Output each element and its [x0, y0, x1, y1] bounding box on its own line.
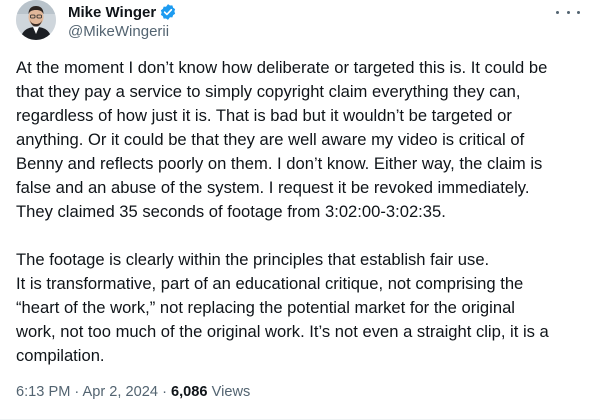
- more-options-icon[interactable]: [556, 4, 580, 20]
- display-name[interactable]: Mike Winger: [68, 4, 156, 21]
- meta-separator: ·: [162, 384, 167, 400]
- tweet-time[interactable]: 6:13 PM: [16, 384, 70, 400]
- tweet-line: The footage is clearly within the princi…: [16, 250, 490, 269]
- tweet: Mike Winger @MikeWingerii At the moment …: [0, 0, 600, 420]
- avatar-image: [16, 0, 56, 40]
- handle[interactable]: @MikeWingerii: [68, 23, 177, 40]
- tweet-line: At the moment I don’t know how deliberat…: [16, 58, 548, 77]
- tweet-line: Benny and reflects poorly on them. I don…: [16, 154, 543, 173]
- avatar[interactable]: [16, 0, 56, 40]
- tweet-line: “heart of the work,” not replacing the p…: [16, 298, 515, 317]
- tweet-paragraph-2: The footage is clearly within the princi…: [16, 248, 588, 368]
- views-count[interactable]: 6,086: [171, 384, 208, 400]
- tweet-header: Mike Winger @MikeWingerii: [16, 0, 600, 48]
- views-label: Views: [211, 384, 251, 400]
- verified-badge-icon[interactable]: [159, 3, 177, 21]
- tweet-text: At the moment I don’t know how deliberat…: [16, 56, 588, 368]
- tweet-line: compilation.: [16, 346, 105, 365]
- tweet-line: that they pay a service to simply copyri…: [16, 82, 521, 101]
- tweet-meta: 6:13 PM · Apr 2, 2024 · 6,086 Views: [16, 384, 250, 400]
- meta-separator: ·: [74, 384, 80, 400]
- display-name-row: Mike Winger: [68, 2, 177, 22]
- tweet-line: work, not too much of the original work.…: [16, 322, 549, 341]
- tweet-line: anything. Or it could be that they are w…: [16, 130, 525, 149]
- author-names: Mike Winger @MikeWingerii: [68, 2, 177, 40]
- tweet-line: regardless of how just it is. That is ba…: [16, 106, 512, 125]
- tweet-date[interactable]: Apr 2, 2024: [83, 384, 158, 400]
- tweet-line: They claimed 35 seconds of footage from …: [16, 202, 446, 221]
- tweet-line: false and an abuse of the system. I requ…: [16, 178, 530, 197]
- tweet-paragraph-1: At the moment I don’t know how deliberat…: [16, 56, 588, 224]
- tweet-line: It is transformative, part of an educati…: [16, 274, 524, 293]
